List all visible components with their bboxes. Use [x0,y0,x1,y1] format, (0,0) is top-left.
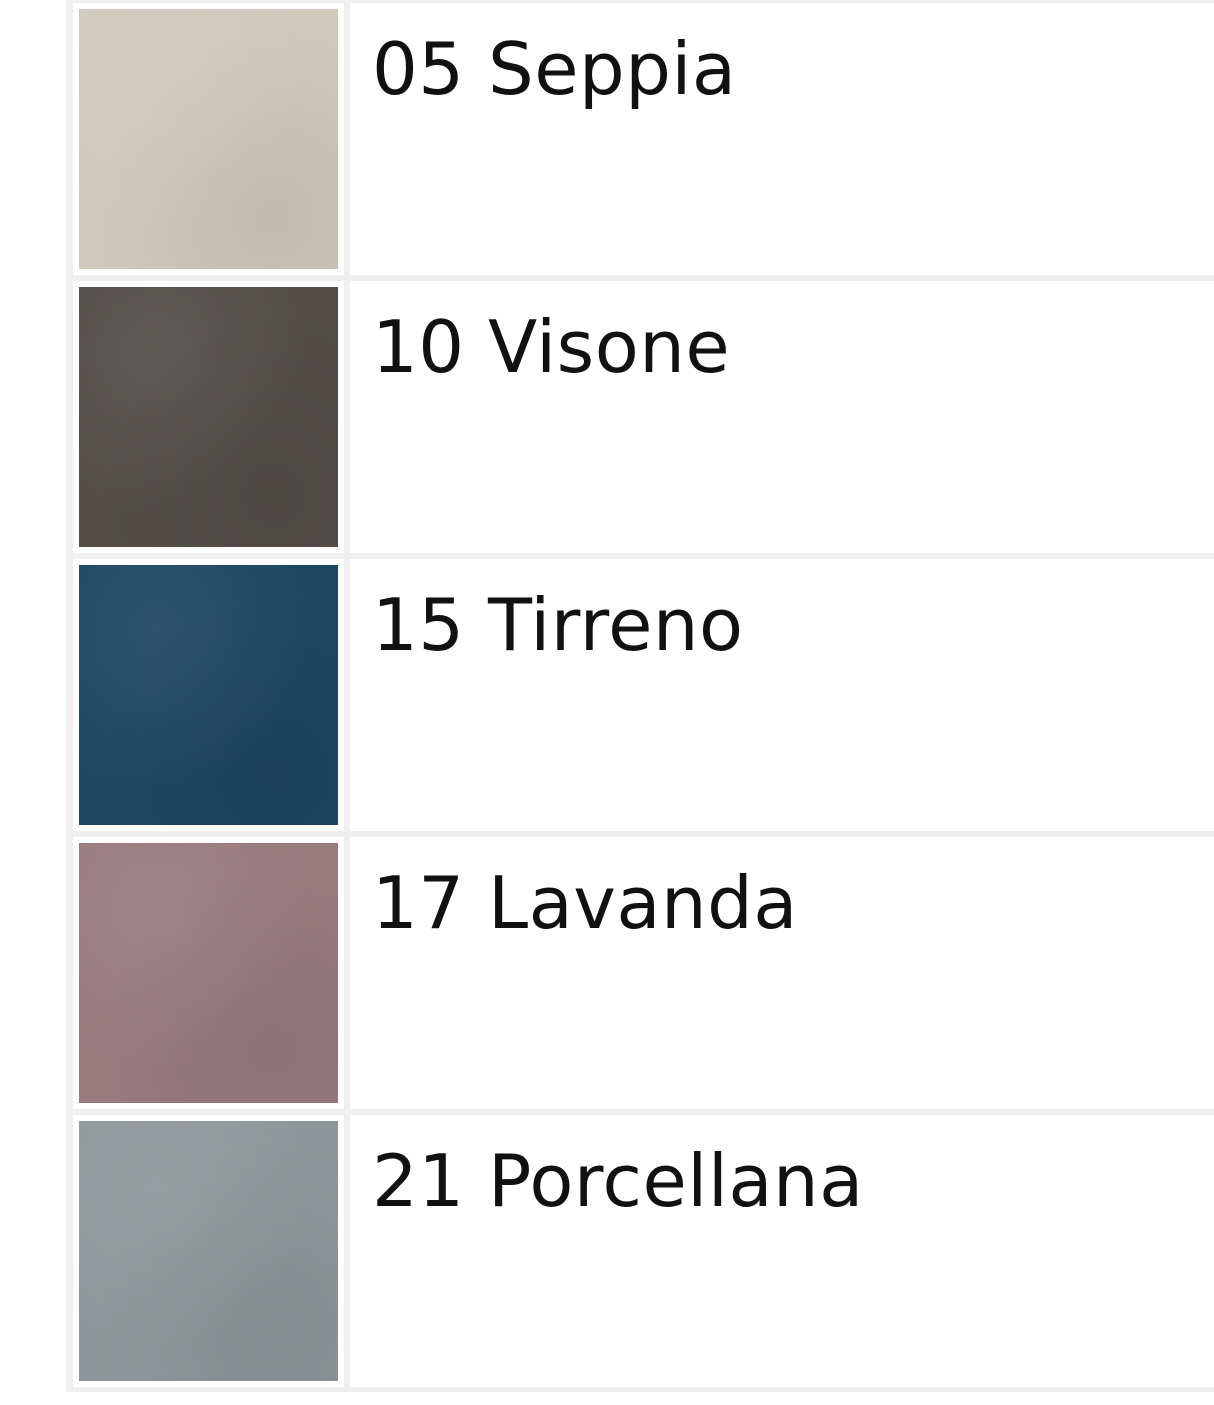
color-row-seppia: 05 Seppia [73,3,1214,275]
name-cell: 15 Tirreno [350,559,1214,831]
color-row-tirreno: 15 Tirreno [73,559,1214,831]
name-cell: 05 Seppia [350,3,1214,275]
color-name: 05 Seppia [372,27,737,111]
swatch-seppia [79,9,338,269]
swatch-tirreno [79,565,338,825]
swatch-porcellana [79,1121,338,1381]
swatch-cell [73,1115,344,1387]
color-name: 21 Porcellana [372,1139,864,1223]
swatch-lavanda [79,843,338,1103]
name-cell: 17 Lavanda [350,837,1214,1109]
color-row-lavanda: 17 Lavanda [73,837,1214,1109]
name-cell: 21 Porcellana [350,1115,1214,1387]
swatch-cell [73,559,344,831]
color-name: 10 Visone [372,305,731,389]
name-cell: 10 Visone [350,281,1214,553]
swatch-visone [79,287,338,547]
color-row-visone: 10 Visone [73,281,1214,553]
swatch-cell [73,3,344,275]
color-swatch-table: 05 Seppia 10 Visone 15 Tirreno 17 Lavand… [66,0,1214,1392]
swatch-cell [73,281,344,553]
color-row-porcellana: 21 Porcellana [73,1115,1214,1387]
swatch-cell [73,837,344,1109]
color-name: 17 Lavanda [372,861,798,945]
color-name: 15 Tirreno [372,583,744,667]
